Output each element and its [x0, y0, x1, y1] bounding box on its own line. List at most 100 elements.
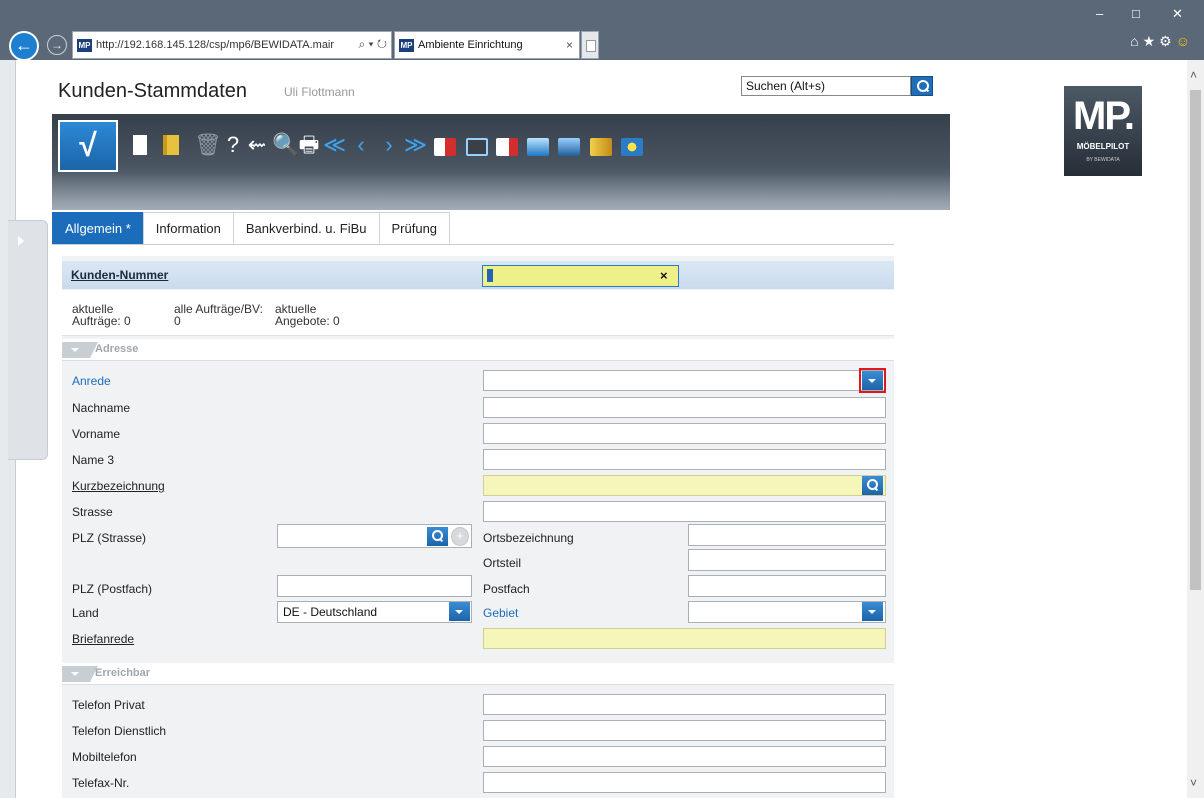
vorname-field[interactable]: [483, 423, 886, 444]
user-name: Uli Flottmann: [284, 85, 355, 99]
plz-strasse-search-button[interactable]: [427, 527, 448, 546]
side-panel-arrow-icon[interactable]: [18, 236, 24, 246]
label-postfach: Postfach: [483, 582, 530, 596]
previous-record-icon[interactable]: ‹: [350, 131, 372, 159]
new-tab-button[interactable]: [581, 31, 599, 59]
address-bar[interactable]: MP http://192.168.145.128/csp/mp6/BEWIDA…: [72, 31, 392, 59]
customer-number-row: [62, 261, 894, 289]
label-land: Land: [72, 606, 99, 620]
id-card-icon[interactable]: [434, 138, 456, 156]
nachname-field[interactable]: [483, 397, 886, 418]
section-collapse-icon[interactable]: [62, 666, 98, 682]
feedback-smiley-icon[interactable]: ☺: [1176, 33, 1194, 49]
label-plz-strasse: PLZ (Strasse): [72, 531, 147, 545]
stat-all-orders-line2: 0: [174, 314, 181, 328]
scroll-down-icon[interactable]: ˅: [1190, 776, 1197, 790]
anrede-dropdown-button[interactable]: [859, 368, 886, 393]
chart-report-icon[interactable]: [527, 138, 549, 156]
browser-tab[interactable]: MP Ambiente Einrichtung ×: [394, 31, 580, 59]
ortsbezeichnung-field[interactable]: [688, 524, 886, 546]
maximize-icon[interactable]: □: [1132, 6, 1140, 21]
telefon-dienstlich-field[interactable]: [483, 720, 886, 741]
scroll-up-icon[interactable]: ˄: [1190, 68, 1197, 82]
scrollbar-thumb[interactable]: [1190, 90, 1201, 590]
calculator-icon[interactable]: [558, 138, 580, 156]
tab-underline: [52, 244, 894, 245]
back-arrow-icon[interactable]: ←: [9, 31, 39, 61]
delete-trash-icon[interactable]: 🗑: [194, 131, 222, 159]
minimize-icon[interactable]: –: [1096, 6, 1103, 21]
settings-gear-icon[interactable]: ⚙: [1159, 33, 1176, 49]
forward-arrow-icon[interactable]: →: [47, 35, 67, 55]
group-users-icon[interactable]: [621, 138, 643, 156]
label-gebiet[interactable]: Gebiet: [483, 606, 518, 620]
next-record-icon[interactable]: ›: [378, 131, 400, 159]
zoom-search-icon[interactable]: 🔍: [272, 131, 299, 159]
tab-close-icon[interactable]: ×: [566, 38, 573, 52]
gebiet-select[interactable]: [688, 601, 886, 623]
label-nachname: Nachname: [72, 401, 131, 415]
section-header-erreichbar[interactable]: Erreichbar: [62, 663, 894, 685]
print-icon[interactable]: 🖶: [298, 131, 320, 159]
land-select[interactable]: DE - Deutschland: [277, 601, 472, 623]
telefon-privat-field[interactable]: [483, 694, 886, 715]
search-input[interactable]: Suchen (Alt+s): [741, 76, 911, 96]
mobiltelefon-field[interactable]: [483, 746, 886, 767]
last-record-icon[interactable]: ≫: [404, 131, 427, 159]
telefax-field[interactable]: [483, 772, 886, 793]
new-document-icon[interactable]: [133, 135, 147, 155]
clear-icon[interactable]: ×: [660, 268, 668, 283]
site-favicon-icon: MP: [77, 38, 92, 52]
anrede-select[interactable]: [483, 370, 886, 391]
side-panel-handle[interactable]: [8, 220, 48, 460]
name3-field[interactable]: [483, 449, 886, 470]
section-label-adresse: Adresse: [95, 343, 139, 355]
save-confirm-button[interactable]: √: [58, 120, 118, 172]
tab-information[interactable]: Information: [142, 212, 234, 244]
tab-title: Ambiente Einrichtung: [418, 39, 523, 51]
plz-strasse-add-icon[interactable]: +: [451, 527, 469, 546]
home-icon[interactable]: ⌂: [1130, 33, 1142, 49]
label-strasse: Strasse: [72, 505, 113, 519]
toolbar-band: [52, 114, 950, 210]
favorites-star-icon[interactable]: ★: [1143, 33, 1160, 49]
search-dropdown-refresh-icon[interactable]: ⌕ ▾ ↻: [358, 37, 387, 52]
label-anrede[interactable]: Anrede: [72, 374, 111, 388]
tab-allgemein[interactable]: Allgemein *: [52, 212, 144, 244]
document-pdf-icon[interactable]: [496, 138, 518, 156]
label-ortsbezeichnung: Ortsbezeichnung: [483, 531, 574, 545]
section-label-erreichbar: Erreichbar: [95, 667, 151, 679]
tab-bankverbindung[interactable]: Bankverbind. u. FiBu: [232, 212, 380, 244]
gebiet-dropdown-button[interactable]: [862, 602, 883, 621]
land-dropdown-button[interactable]: [449, 602, 470, 621]
first-record-icon[interactable]: ≪: [323, 131, 346, 159]
close-window-icon[interactable]: ✕: [1172, 6, 1183, 22]
customer-number-input[interactable]: [482, 265, 679, 287]
mobile-device-icon[interactable]: [466, 138, 488, 156]
postfach-field[interactable]: [688, 575, 886, 597]
search-button[interactable]: [911, 76, 933, 96]
logo-sub-text: MÖBELPILOT: [1076, 142, 1130, 151]
label-telefax: Telefax-Nr.: [72, 776, 130, 790]
help-question-icon[interactable]: ?: [222, 131, 244, 159]
kurzbezeichnung-search-button[interactable]: [862, 476, 883, 495]
briefanrede-field[interactable]: [483, 628, 886, 649]
label-telefon-dienstlich: Telefon Dienstlich: [72, 724, 167, 738]
customer-number-label[interactable]: Kunden-Nummer: [71, 268, 168, 282]
label-name3: Name 3: [72, 453, 115, 467]
kurzbezeichnung-field[interactable]: [483, 475, 886, 496]
text-cursor: [487, 269, 493, 282]
section-header-adresse[interactable]: Adresse: [62, 339, 894, 361]
page-title: Kunden-Stammdaten: [58, 80, 248, 102]
open-folder-icon[interactable]: [163, 135, 179, 155]
stat-all-orders: alle Aufträge/BV: 0: [174, 303, 263, 327]
undo-arrow-icon[interactable]: ⇜: [246, 131, 268, 159]
archive-folder-icon[interactable]: [590, 138, 612, 156]
section-collapse-icon[interactable]: [62, 342, 98, 358]
tab-pruefung[interactable]: Prüfung: [378, 212, 451, 244]
ortsteil-field[interactable]: [688, 549, 886, 571]
plz-postfach-field[interactable]: [277, 575, 472, 597]
label-briefanrede[interactable]: Briefanrede: [72, 632, 134, 646]
strasse-field[interactable]: [483, 501, 886, 522]
label-kurzbezeichnung[interactable]: Kurzbezeichnung: [72, 479, 165, 493]
